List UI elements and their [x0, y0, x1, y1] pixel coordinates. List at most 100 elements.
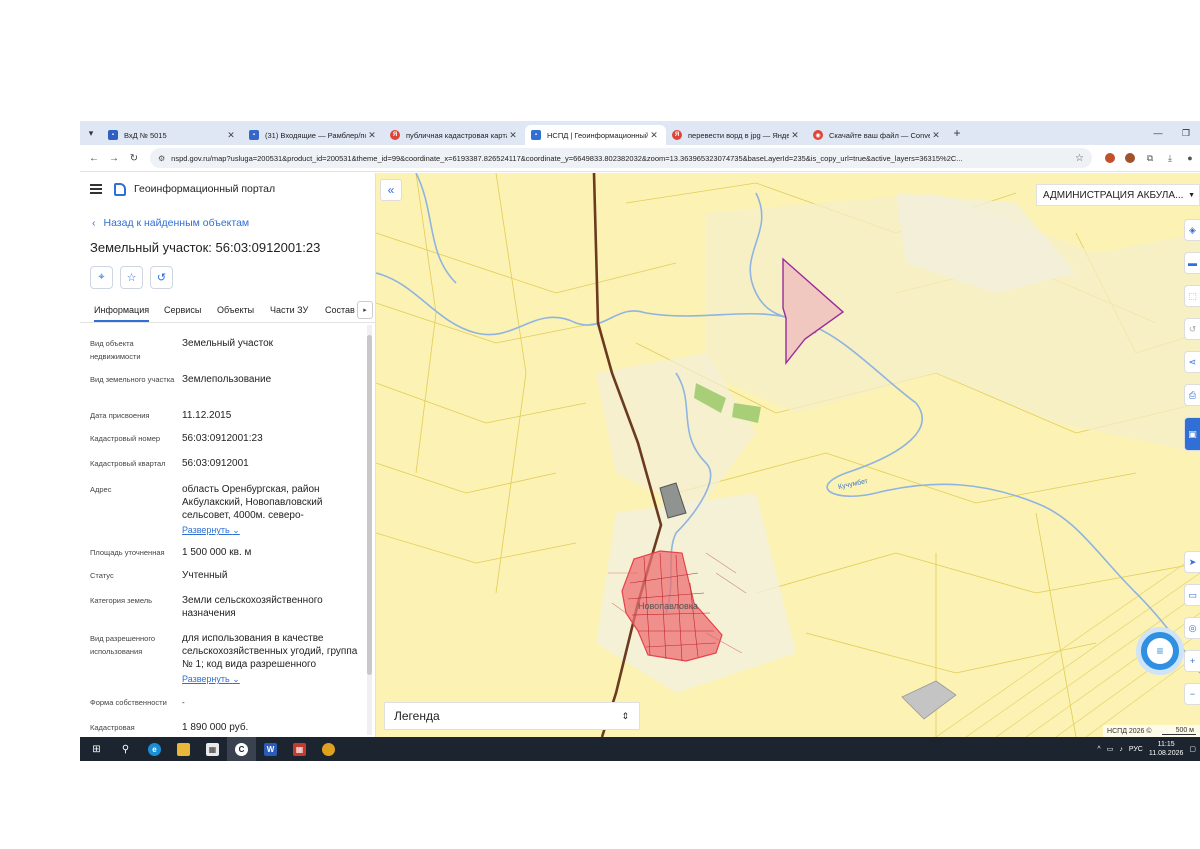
- close-tab-icon[interactable]: ✕: [366, 130, 378, 141]
- tab-services[interactable]: Сервисы: [164, 305, 201, 315]
- map-toolbar: ◈ ▬ ⬚ ↺ ⋖ ⎙ ▣: [1184, 219, 1200, 462]
- extensions-puzzle-icon[interactable]: ⧉: [1140, 145, 1160, 172]
- zoom-in-icon[interactable]: +: [1184, 650, 1200, 672]
- url-input[interactable]: ⚙ nspd.gov.ru/map?usluga=200531&product_…: [150, 148, 1092, 168]
- close-tab-icon[interactable]: ✕: [225, 130, 237, 141]
- tabs-scroll-right-icon[interactable]: ▸: [357, 301, 373, 319]
- browser-tab[interactable]: ▪ ВхД № 5015 ✕: [102, 125, 243, 145]
- browser-tab[interactable]: ▪ (31) Входящие — Рамблер/по ✕: [243, 125, 384, 145]
- extension-icon[interactable]: [1120, 145, 1140, 172]
- my-location-icon[interactable]: ➤: [1184, 551, 1200, 573]
- tab-composition[interactable]: Состав: [325, 305, 355, 315]
- ruler-icon[interactable]: ▬: [1184, 252, 1200, 274]
- updown-chevron-icon: ⇕: [621, 710, 629, 721]
- base-map-icon[interactable]: ▭: [1184, 584, 1200, 606]
- layers-icon[interactable]: ◈: [1184, 219, 1200, 241]
- history-icon: ↺: [156, 272, 167, 284]
- maximize-icon[interactable]: ❐: [1172, 128, 1200, 139]
- tray-chevron-icon[interactable]: ^: [1097, 746, 1100, 753]
- network-icon[interactable]: ▭: [1107, 745, 1114, 753]
- browser-tab[interactable]: Я публичная кадастровая карта ✕: [384, 125, 525, 145]
- word-icon[interactable]: W: [256, 737, 285, 761]
- reload-icon[interactable]: ↻: [124, 153, 144, 164]
- notifications-icon[interactable]: ▢: [1189, 745, 1196, 753]
- new-tab-button[interactable]: +: [948, 126, 966, 140]
- edge-icon[interactable]: e: [140, 737, 169, 761]
- share-icon[interactable]: ⋖: [1184, 351, 1200, 373]
- extension-icon[interactable]: [1100, 145, 1120, 172]
- portal-logo-icon: [114, 182, 126, 196]
- volume-icon[interactable]: ♪: [1119, 746, 1123, 753]
- clock[interactable]: 11:15 11.08.2026: [1149, 740, 1184, 758]
- locate-on-map-button[interactable]: ⌖: [90, 266, 113, 289]
- close-tab-icon[interactable]: ✕: [507, 130, 519, 141]
- scrollbar-thumb[interactable]: [367, 335, 372, 675]
- tab-favicon-icon: ▪: [249, 130, 259, 140]
- back-to-results-link[interactable]: ‹ Назад к найденным объектам: [92, 217, 249, 229]
- map-panel-toggle-icon[interactable]: ▣: [1184, 417, 1200, 451]
- expand-usage-link[interactable]: Развернуть ⌄: [182, 673, 360, 686]
- legend-select[interactable]: Легенда ⇕: [384, 702, 640, 730]
- village-label: Новопавловка: [638, 601, 698, 611]
- info-tabs: Информация Сервисы Объекты Части ЗУ Сост…: [80, 299, 375, 323]
- favorite-button[interactable]: ☆: [120, 266, 143, 289]
- download-icon[interactable]: ⤓: [1160, 145, 1180, 172]
- tab-information[interactable]: Информация: [94, 305, 150, 322]
- tab-parts[interactable]: Части ЗУ: [270, 305, 308, 315]
- browser-tab-active[interactable]: ▪ НСПД | Геоинформационный ✕: [525, 125, 666, 145]
- forward-arrow-icon[interactable]: →: [104, 153, 124, 164]
- windows-start-icon[interactable]: ⊞: [82, 737, 111, 761]
- menu-icon[interactable]: [90, 182, 102, 197]
- map-view[interactable]: « АДМИНИСТРАЦИЯ АКБУЛА... ▼ ◈ ▬ ⬚ ↺ ⋖ ⎙ …: [376, 173, 1200, 737]
- expand-address-link[interactable]: Развернуть ⌄: [182, 524, 360, 537]
- history-map-icon[interactable]: ↺: [1184, 318, 1200, 340]
- browser-tab[interactable]: Я перевести ворд в jpg — Янде ✕: [666, 125, 807, 145]
- profile-icon[interactable]: ●: [1180, 145, 1200, 172]
- dropdown-caret-icon: ▼: [1188, 191, 1195, 199]
- browser-app-icon[interactable]: C: [227, 737, 256, 761]
- browser-tab[interactable]: ◉ Скачайте ваш файл — Conver ✕: [807, 125, 948, 145]
- chevron-down-icon: ⌄: [232, 525, 240, 535]
- geo-search-icon[interactable]: ◎: [1184, 617, 1200, 639]
- select-area-icon[interactable]: ⬚: [1184, 285, 1200, 307]
- portal-header: Геоинформационный портал: [80, 173, 375, 205]
- star-icon: ☆: [126, 272, 137, 284]
- window-controls: — ❐: [1144, 121, 1200, 145]
- address-bar-row: ← → ↻ ⚙ nspd.gov.ru/map?usluga=200531&pr…: [80, 145, 1200, 172]
- close-tab-icon[interactable]: ✕: [930, 130, 942, 141]
- object-actions: ⌖ ☆ ↺: [90, 266, 173, 289]
- print-icon[interactable]: ⎙: [1184, 384, 1200, 406]
- locate-icon: ⌖: [98, 271, 105, 283]
- chat-icon: ≡: [1147, 638, 1173, 664]
- tab-objects[interactable]: Объекты: [217, 305, 254, 315]
- site-settings-icon[interactable]: ⚙: [158, 154, 165, 163]
- minimize-icon[interactable]: —: [1144, 128, 1172, 138]
- close-tab-icon[interactable]: ✕: [648, 130, 660, 141]
- close-tab-icon[interactable]: ✕: [789, 130, 801, 141]
- history-button[interactable]: ↺: [150, 266, 173, 289]
- properties-list: Вид объекта недвижимости Земельный участ…: [80, 325, 370, 737]
- chevron-down-icon: ⌄: [232, 674, 240, 684]
- panel-scrollbar[interactable]: [367, 325, 372, 735]
- language-indicator[interactable]: РУС: [1129, 746, 1143, 753]
- object-title: Земельный участок: 56:03:0912001:23: [90, 240, 321, 255]
- tab-favicon-icon: ▪: [108, 130, 118, 140]
- zoom-out-icon[interactable]: −: [1184, 683, 1200, 705]
- tab-favicon-icon: ◉: [813, 130, 823, 140]
- tab-search-button[interactable]: ▾: [80, 121, 102, 145]
- file-explorer-icon[interactable]: [169, 737, 198, 761]
- object-info-panel: Геоинформационный портал ‹ Назад к найден…: [80, 173, 376, 737]
- back-arrow-icon[interactable]: ←: [84, 153, 104, 164]
- chat-button[interactable]: ≡: [1136, 627, 1184, 675]
- chrome-icon[interactable]: [314, 737, 343, 761]
- chevron-left-icon: ‹: [92, 217, 96, 229]
- store-icon[interactable]: ▦: [198, 737, 227, 761]
- app-icon[interactable]: ▦: [285, 737, 314, 761]
- system-tray: ^ ▭ ♪ РУС 11:15 11.08.2026 ▢: [1097, 737, 1200, 761]
- admin-area-select[interactable]: АДМИНИСТРАЦИЯ АКБУЛА... ▼: [1036, 184, 1200, 206]
- collapse-panel-button[interactable]: «: [380, 179, 402, 201]
- tab-favicon-icon: ▪: [531, 130, 541, 140]
- bookmark-star-icon[interactable]: ☆: [1069, 153, 1084, 164]
- search-icon[interactable]: ⚲: [111, 737, 140, 761]
- map-canvas: [376, 173, 1200, 737]
